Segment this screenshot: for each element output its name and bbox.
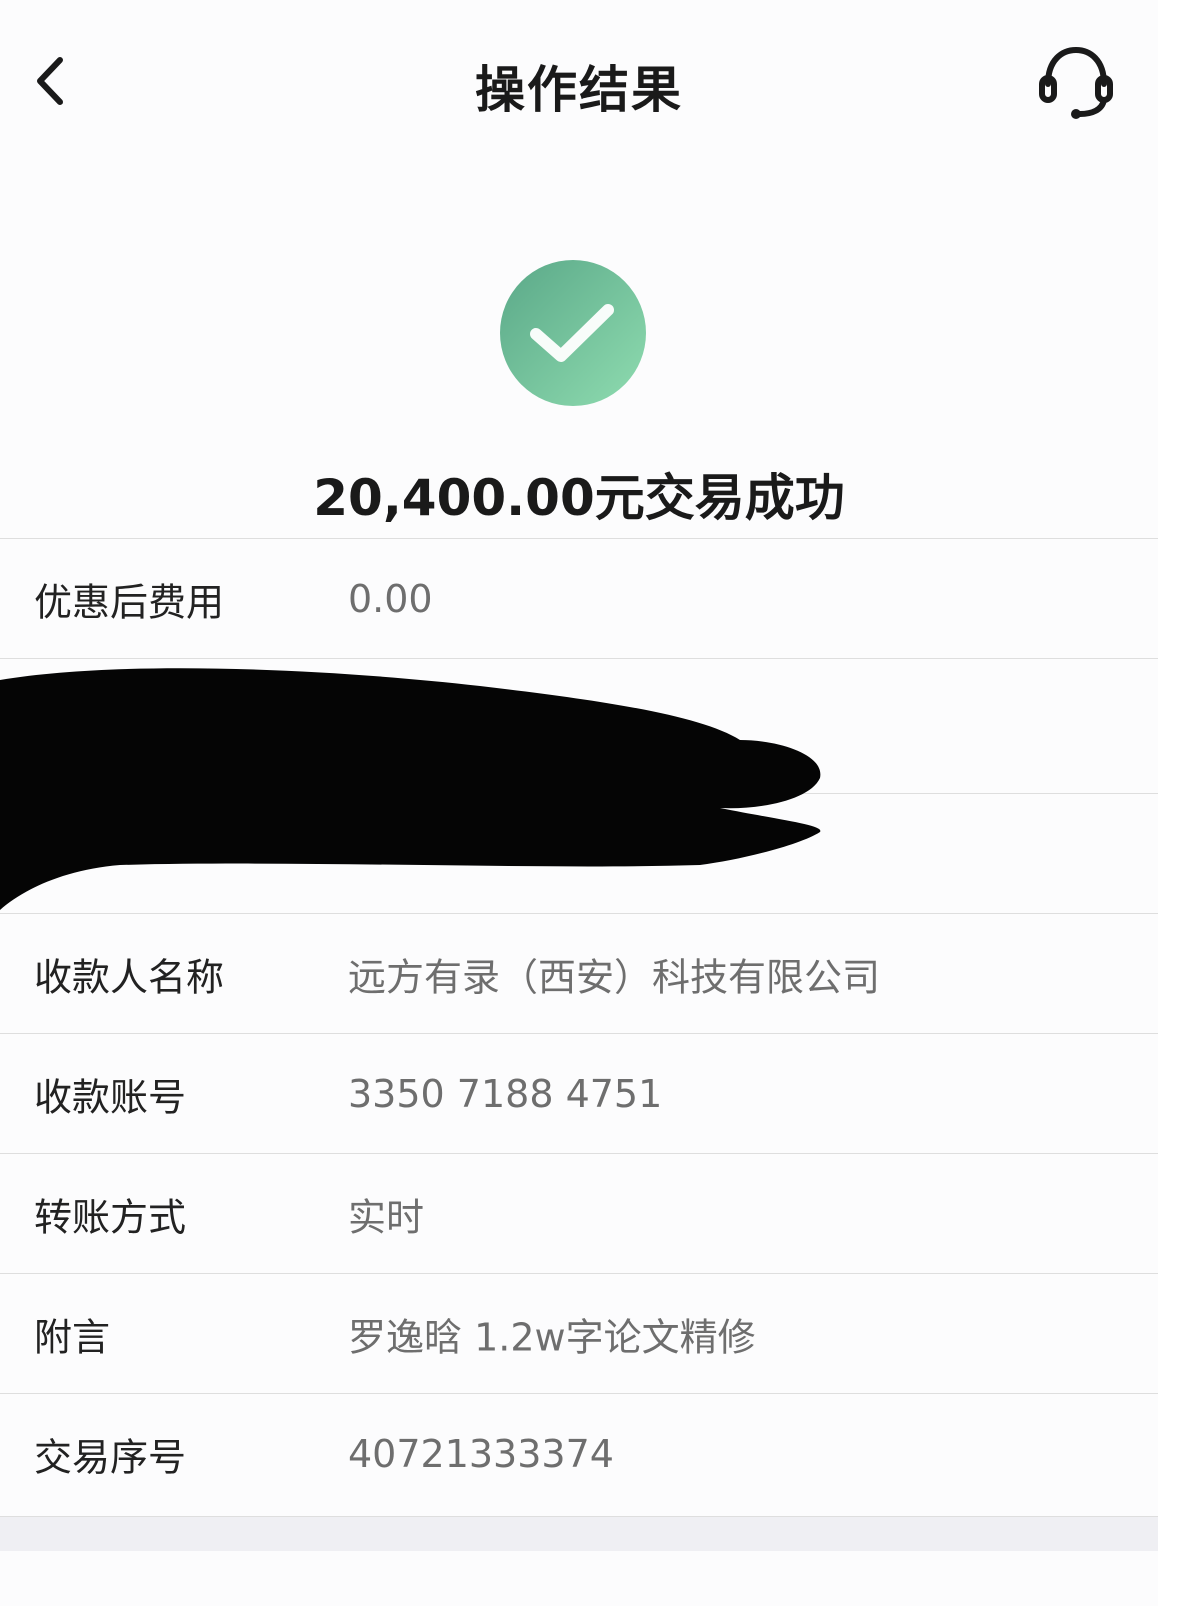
detail-row-payee-account: 收款账号 3350 7188 4751 <box>0 1033 1158 1153</box>
right-margin <box>1158 0 1188 1606</box>
detail-value: 远方有录（西安）科技有限公司 <box>348 955 881 999</box>
detail-value: 实时 <box>348 1195 425 1239</box>
detail-label: 收款账号 <box>34 1075 187 1119</box>
nav-bar: 操作结果 <box>0 0 1158 170</box>
detail-row-transfer-mode: 转账方式 实时 <box>0 1153 1158 1273</box>
detail-row-remark: 附言 罗逸晗 1.2w字论文精修 <box>0 1273 1158 1393</box>
detail-row-fee: 优惠后费用 0.00 <box>0 538 1158 658</box>
detail-row-serial: 交易序号 40721333374 <box>0 1393 1158 1513</box>
page-title: 操作结果 <box>475 61 683 119</box>
check-circle-icon <box>498 258 648 408</box>
footer-band <box>0 1516 1158 1551</box>
detail-label: 交易序号 <box>34 1435 187 1479</box>
headset-icon <box>1039 46 1113 119</box>
detail-value: 0.00 <box>348 576 433 621</box>
redaction-scribble <box>0 668 821 910</box>
detail-label: 收款人名称 <box>34 955 225 999</box>
detail-value: 40721333374 <box>348 1431 614 1476</box>
transaction-result-page: 操作结果 20,400.00元交易成功 优惠后费用 0.00 收款人名称 远方有… <box>0 0 1158 1606</box>
detail-row-payee-name: 收款人名称 远方有录（西安）科技有限公司 <box>0 913 1158 1033</box>
detail-label: 附言 <box>34 1315 111 1359</box>
transaction-result-headline: 20,400.00元交易成功 <box>313 469 845 527</box>
detail-label: 优惠后费用 <box>34 580 225 624</box>
customer-service-button[interactable] <box>1036 42 1116 122</box>
detail-value: 罗逸晗 1.2w字论文精修 <box>348 1315 756 1359</box>
detail-value: 3350 7188 4751 <box>348 1071 663 1116</box>
detail-label: 转账方式 <box>34 1195 187 1239</box>
